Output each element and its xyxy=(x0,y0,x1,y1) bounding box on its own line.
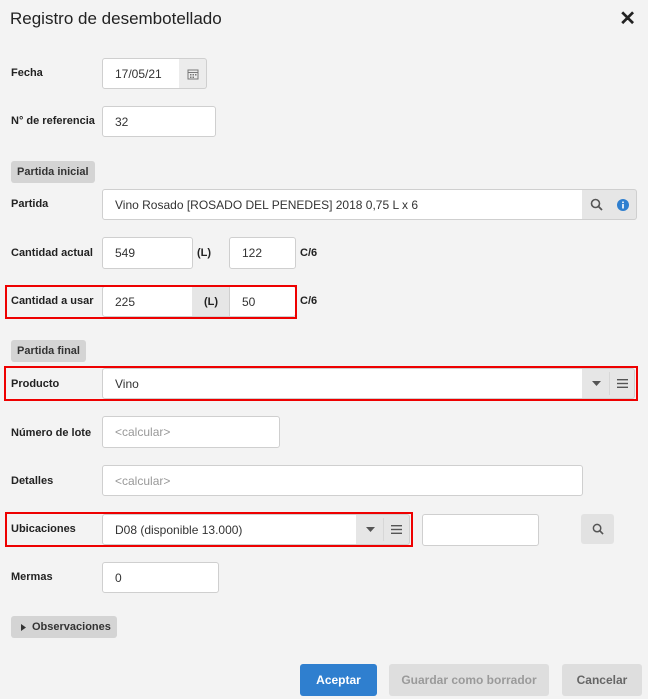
referencia-label: N° de referencia xyxy=(11,115,95,127)
producto-label: Producto xyxy=(11,378,60,390)
ubicaciones-extra-input[interactable] xyxy=(422,514,539,546)
dialog-title: Registro de desembotellado xyxy=(10,9,222,28)
cantidad-usar-boxes[interactable]: 50 xyxy=(229,286,296,317)
observaciones-toggle[interactable]: Observaciones xyxy=(11,616,117,638)
search-icon[interactable] xyxy=(581,514,614,544)
search-icon[interactable] xyxy=(582,189,610,220)
ubicaciones-select[interactable]: D08 (disponible 13.000) xyxy=(102,514,357,545)
accept-button[interactable]: Aceptar xyxy=(300,664,377,696)
chevron-down-icon[interactable] xyxy=(582,368,610,399)
mermas-label: Mermas xyxy=(11,571,53,583)
partida-input[interactable]: Vino Rosado [ROSADO DEL PENEDES] 2018 0,… xyxy=(102,189,583,220)
cantidad-actual-label: Cantidad actual xyxy=(11,247,93,259)
list-icon[interactable] xyxy=(384,514,410,545)
cantidad-usar-label: Cantidad a usar xyxy=(11,295,94,307)
boxes-unit: C/6 xyxy=(300,295,318,307)
mermas-input[interactable]: 0 xyxy=(102,562,219,593)
calendar-icon[interactable] xyxy=(179,58,207,89)
cantidad-actual-liters[interactable]: 549 xyxy=(102,237,193,269)
observaciones-label: Observaciones xyxy=(32,621,111,633)
liters-unit: (L) xyxy=(192,286,230,317)
boxes-unit: C/6 xyxy=(300,247,318,259)
lote-input[interactable]: <calcular> xyxy=(102,416,280,448)
info-icon[interactable] xyxy=(609,189,637,220)
partida-inicial-tag: Partida inicial xyxy=(11,161,95,183)
partida-label: Partida xyxy=(11,198,49,210)
list-icon[interactable] xyxy=(610,368,635,399)
save-draft-button[interactable]: Guardar como borrador xyxy=(389,664,549,696)
close-icon[interactable]: ✕ xyxy=(619,6,636,31)
caret-right-icon xyxy=(21,623,26,631)
ubicaciones-label: Ubicaciones xyxy=(11,523,76,535)
cantidad-actual-boxes[interactable]: 122 xyxy=(229,237,296,269)
detalles-label: Detalles xyxy=(11,475,54,487)
referencia-input[interactable]: 32 xyxy=(102,106,216,137)
producto-select[interactable]: Vino xyxy=(102,368,583,399)
chevron-down-icon[interactable] xyxy=(356,514,384,545)
liters-unit: (L) xyxy=(197,247,212,259)
cancel-button[interactable]: Cancelar xyxy=(562,664,642,696)
partida-final-tag: Partida final xyxy=(11,340,86,362)
fecha-input[interactable]: 17/05/21 xyxy=(102,58,180,89)
lote-label: Número de lote xyxy=(11,427,92,439)
cantidad-usar-liters[interactable]: 225 xyxy=(102,286,193,317)
detalles-input[interactable]: <calcular> xyxy=(102,465,583,496)
fecha-label: Fecha xyxy=(11,67,43,79)
